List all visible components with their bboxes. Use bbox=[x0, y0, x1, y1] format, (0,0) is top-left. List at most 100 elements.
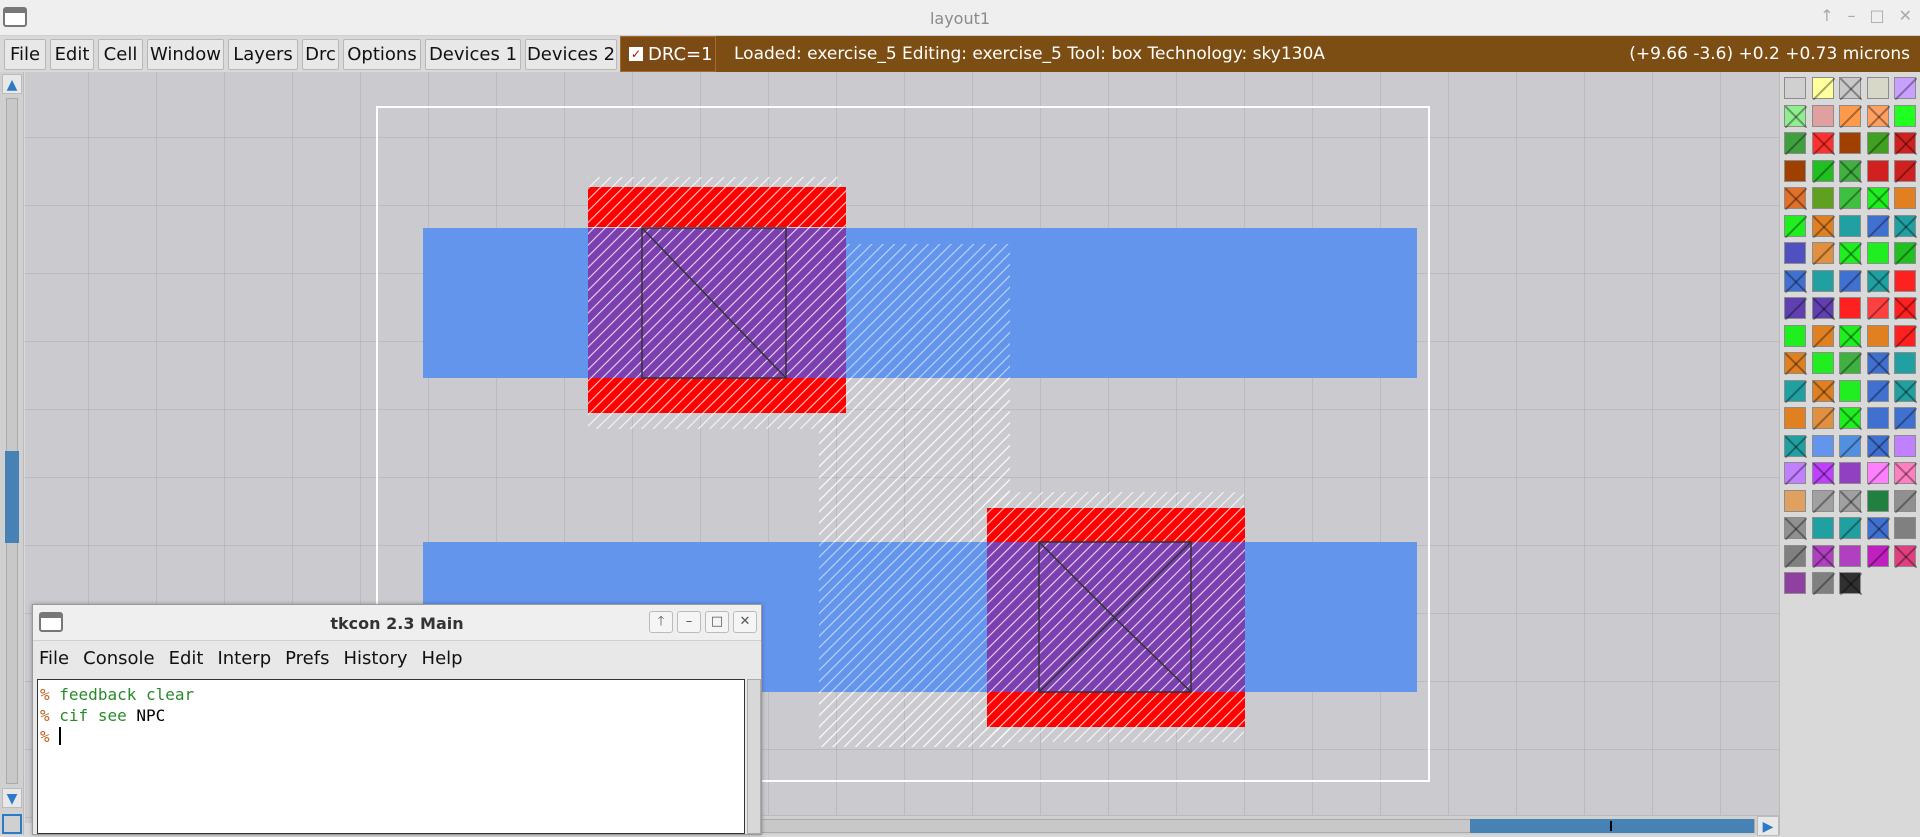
layer-swatch[interactable] bbox=[1866, 297, 1890, 320]
menu-devices-2[interactable]: Devices 2 bbox=[525, 39, 617, 70]
console-output[interactable]: % feedback clear % cif see NPC % bbox=[37, 679, 745, 834]
layer-swatch[interactable] bbox=[1894, 242, 1917, 265]
layer-swatch[interactable] bbox=[1811, 407, 1835, 430]
layer-swatch[interactable] bbox=[1839, 269, 1862, 293]
layer-swatch[interactable] bbox=[1839, 517, 1862, 540]
layer-swatch[interactable] bbox=[1839, 324, 1862, 348]
layer-swatch[interactable] bbox=[1894, 187, 1916, 209]
layer-swatch[interactable] bbox=[1866, 132, 1890, 155]
layer-swatch[interactable] bbox=[1811, 489, 1835, 513]
layer-swatch[interactable] bbox=[1866, 407, 1889, 429]
layer-swatch[interactable] bbox=[1839, 462, 1861, 484]
layer-swatch[interactable] bbox=[1784, 297, 1807, 320]
raise-icon[interactable]: 🡑 bbox=[649, 611, 673, 633]
layer-swatch[interactable] bbox=[1784, 159, 1806, 182]
layer-swatch[interactable] bbox=[1839, 159, 1862, 183]
layer-swatch[interactable] bbox=[1866, 242, 1889, 264]
layer-swatch[interactable] bbox=[1894, 214, 1917, 238]
layer-swatch[interactable] bbox=[1894, 407, 1917, 430]
menu-layers[interactable]: Layers bbox=[228, 39, 298, 70]
menu-drc[interactable]: Drc bbox=[302, 39, 339, 70]
layer-swatch[interactable] bbox=[1784, 324, 1806, 347]
tkcon-menu-help[interactable]: Help bbox=[422, 648, 463, 669]
maximize-icon[interactable]: □ bbox=[1869, 6, 1884, 25]
minimize-icon[interactable]: – bbox=[677, 611, 701, 633]
layer-swatch[interactable] bbox=[1866, 159, 1889, 182]
layer-swatch[interactable] bbox=[1866, 489, 1889, 512]
scroll-up-icon[interactable]: ▲ bbox=[2, 74, 22, 94]
layer-swatch[interactable] bbox=[1784, 489, 1806, 512]
layer-swatch[interactable] bbox=[1866, 187, 1890, 210]
layer-swatch[interactable] bbox=[1784, 187, 1807, 210]
layer-swatch[interactable] bbox=[1866, 434, 1890, 458]
tkcon-menu-file[interactable]: File bbox=[39, 648, 69, 669]
layer-swatch[interactable] bbox=[1894, 324, 1917, 348]
layer-swatch[interactable] bbox=[1839, 572, 1862, 595]
horizontal-scrollbar[interactable]: ▶ bbox=[760, 815, 1779, 836]
layer-swatch[interactable] bbox=[1839, 77, 1862, 100]
layer-swatch[interactable] bbox=[1839, 214, 1861, 237]
layer-swatch[interactable] bbox=[1811, 214, 1835, 238]
layer-swatch[interactable] bbox=[1811, 269, 1834, 292]
zoom-box-icon[interactable] bbox=[2, 814, 22, 834]
layer-swatch[interactable] bbox=[1784, 434, 1807, 458]
layer-swatch[interactable] bbox=[1784, 104, 1807, 128]
vertical-scrollbar[interactable]: ▲ ▼ bbox=[0, 72, 24, 835]
vertical-scroll-trough[interactable] bbox=[6, 98, 18, 784]
layer-swatch[interactable] bbox=[1784, 544, 1807, 568]
layer-swatch[interactable] bbox=[1784, 572, 1806, 594]
layer-swatch[interactable] bbox=[1811, 187, 1834, 209]
drc-toggle[interactable]: ✓ DRC=1 bbox=[620, 36, 716, 72]
layer-swatch[interactable] bbox=[1811, 379, 1835, 403]
layer-swatch[interactable] bbox=[1839, 242, 1862, 265]
close-icon[interactable]: ✕ bbox=[733, 611, 757, 633]
console-scrollbar[interactable] bbox=[747, 679, 761, 834]
layer-swatch[interactable] bbox=[1811, 242, 1835, 265]
layer-swatch[interactable] bbox=[1866, 214, 1890, 238]
layer-swatch[interactable] bbox=[1894, 489, 1917, 513]
layer-swatch[interactable] bbox=[1811, 159, 1835, 183]
close-icon[interactable]: ✕ bbox=[1899, 6, 1912, 25]
layer-swatch[interactable] bbox=[1839, 352, 1862, 375]
layer-swatch[interactable] bbox=[1894, 544, 1917, 568]
layer-swatch[interactable] bbox=[1784, 269, 1807, 293]
layer-swatch[interactable] bbox=[1894, 159, 1917, 183]
layer-swatch[interactable] bbox=[1811, 77, 1835, 100]
layer-swatch[interactable] bbox=[1894, 434, 1916, 457]
layer-swatch[interactable] bbox=[1839, 132, 1861, 154]
tkcon-menu-edit[interactable]: Edit bbox=[169, 648, 204, 669]
layer-swatch[interactable] bbox=[1894, 517, 1916, 539]
layer-swatch[interactable] bbox=[1866, 379, 1890, 403]
menu-file[interactable]: File bbox=[4, 39, 46, 70]
raise-icon[interactable]: ↑ bbox=[1820, 6, 1833, 25]
layer-swatch[interactable] bbox=[1811, 352, 1834, 374]
layer-swatch[interactable] bbox=[1866, 352, 1890, 375]
scroll-right-icon[interactable]: ▶ bbox=[1757, 816, 1779, 836]
layer-swatch[interactable] bbox=[1784, 379, 1807, 403]
layer-swatch[interactable] bbox=[1894, 104, 1916, 127]
layer-swatch[interactable] bbox=[1811, 462, 1835, 485]
layer-swatch[interactable] bbox=[1839, 544, 1861, 567]
tkcon-menu-history[interactable]: History bbox=[343, 648, 407, 669]
layer-swatch[interactable] bbox=[1839, 187, 1862, 210]
scroll-down-icon[interactable]: ▼ bbox=[2, 788, 22, 808]
layer-swatch[interactable] bbox=[1784, 352, 1807, 375]
layer-swatch[interactable] bbox=[1839, 297, 1861, 319]
layer-swatch[interactable] bbox=[1866, 544, 1890, 568]
layer-swatch[interactable] bbox=[1811, 434, 1834, 457]
layer-swatch[interactable] bbox=[1784, 77, 1806, 99]
layer-swatch[interactable] bbox=[1784, 132, 1807, 155]
layer-swatch[interactable] bbox=[1894, 462, 1917, 485]
menu-options[interactable]: Options bbox=[343, 39, 421, 70]
vertical-scroll-thumb[interactable] bbox=[5, 451, 19, 543]
layer-swatch[interactable] bbox=[1811, 544, 1835, 568]
layer-swatch[interactable] bbox=[1839, 489, 1862, 513]
tkcon-menu-console[interactable]: Console bbox=[83, 648, 154, 669]
layer-swatch[interactable] bbox=[1811, 517, 1834, 539]
tkcon-menu-prefs[interactable]: Prefs bbox=[285, 648, 329, 669]
layer-swatch[interactable] bbox=[1866, 462, 1890, 485]
layer-swatch[interactable] bbox=[1784, 214, 1807, 238]
console-line[interactable]: % bbox=[40, 726, 742, 747]
layer-swatch[interactable] bbox=[1894, 297, 1917, 320]
layer-swatch[interactable] bbox=[1894, 132, 1917, 155]
